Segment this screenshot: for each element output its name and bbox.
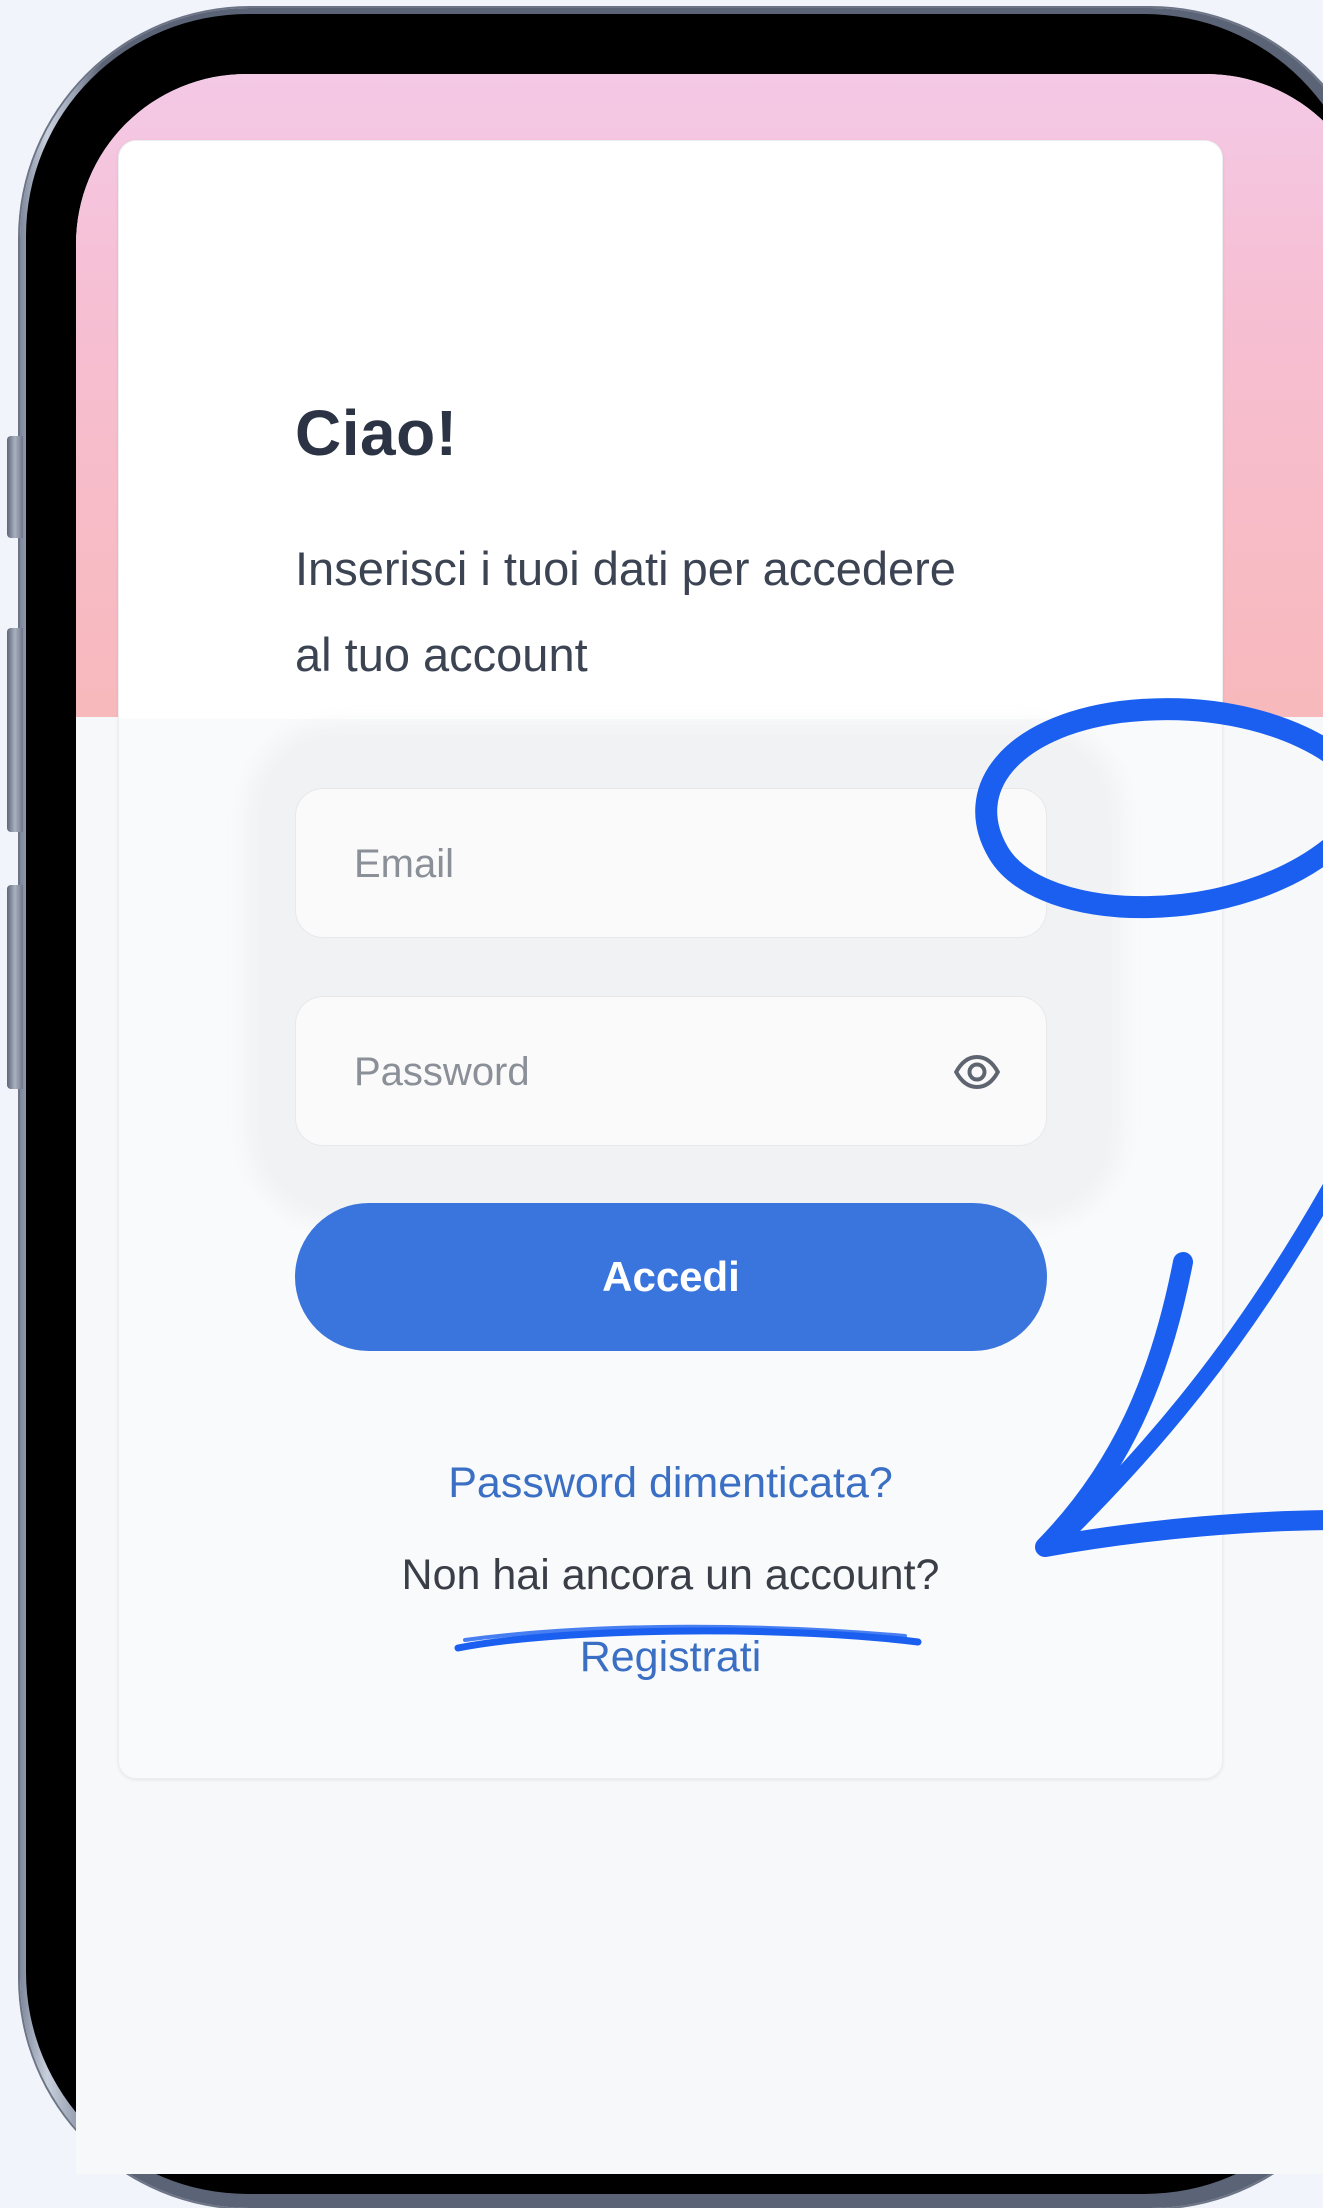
email-input[interactable]: [352, 789, 916, 939]
eye-icon[interactable]: [952, 1047, 1002, 1097]
email-field[interactable]: [295, 788, 1047, 939]
password-input[interactable]: [352, 997, 916, 1147]
login-subtitle: Inserisci i tuoi dati per accedere al tu…: [295, 542, 956, 681]
password-field[interactable]: [295, 996, 1047, 1147]
phone-volume-down-button: [7, 885, 23, 1089]
phone-volume-up-button: [7, 628, 23, 832]
no-account-prompt: Non hai ancora un account?: [401, 1551, 940, 1599]
register-link[interactable]: Registrati: [119, 1633, 1222, 1682]
login-button[interactable]: Accedi: [295, 1203, 1047, 1351]
phone-screen: Ciao! Inserisci i tuoi dati per accedere…: [76, 74, 1323, 2174]
phone-side-button: [7, 436, 23, 538]
page-title: Ciao!: [295, 397, 458, 469]
forgot-password-link[interactable]: Password dimenticata?: [119, 1459, 1222, 1508]
login-card: Ciao! Inserisci i tuoi dati per accedere…: [118, 140, 1223, 1779]
